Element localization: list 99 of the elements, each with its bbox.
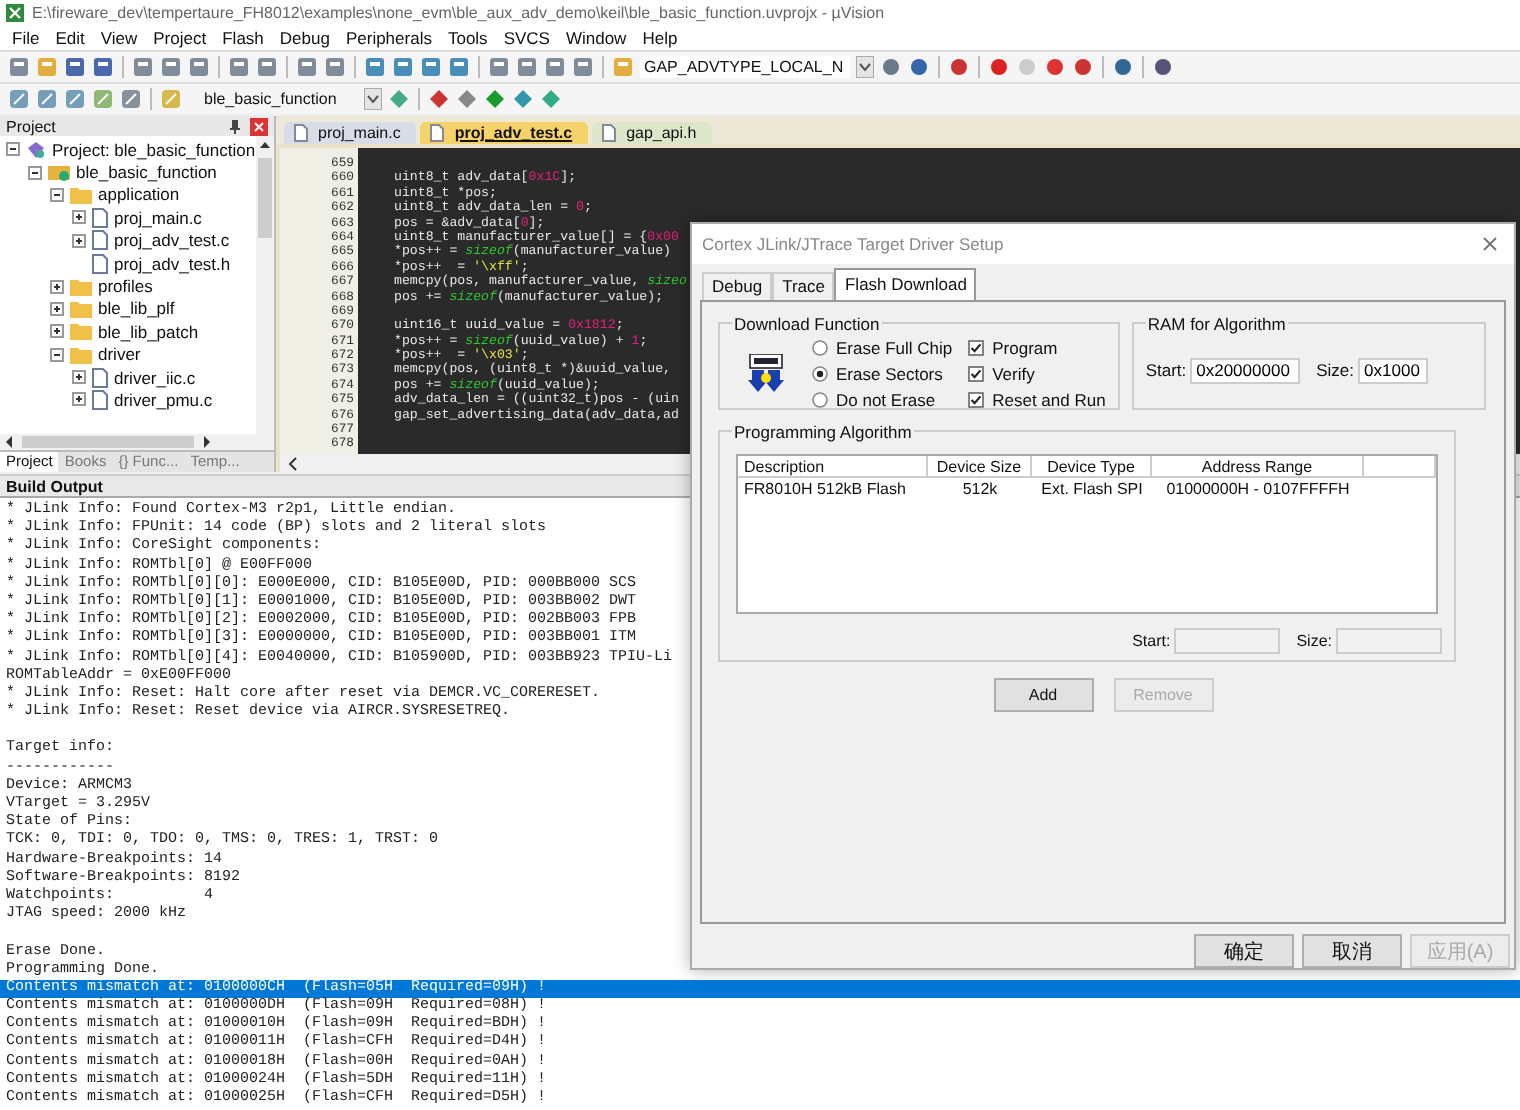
load-icon (748, 353, 784, 394)
folder-icon (70, 185, 92, 204)
file-icon (294, 124, 308, 142)
scrollbar-thumb[interactable] (258, 158, 272, 238)
menu-item[interactable]: Window (557, 27, 635, 47)
dropdown-arrow-icon[interactable] (855, 56, 874, 78)
menu-item[interactable]: File (4, 27, 48, 47)
menu-item[interactable]: SVCS (495, 27, 558, 47)
panel-title: Project (6, 117, 56, 135)
file-icon (430, 124, 445, 142)
tree-item[interactable]: application (98, 184, 180, 205)
expander-icon[interactable] (72, 233, 86, 248)
option-label[interactable]: Program (992, 337, 1058, 358)
tree-item[interactable]: proj_adv_test.c (114, 230, 230, 251)
expander-icon[interactable] (6, 142, 20, 157)
expander-icon[interactable] (72, 392, 86, 407)
dropdown-arrow-icon[interactable] (364, 88, 382, 110)
tree-item[interactable]: proj_adv_test.h (114, 253, 231, 274)
table-cell-text: 512k (960, 480, 1000, 499)
option-label[interactable]: Erase Sectors (836, 363, 943, 384)
menu-item[interactable]: Peripherals (337, 27, 440, 47)
size-field[interactable]: 0x1000 (1358, 357, 1429, 384)
menu-item[interactable]: Debug (271, 27, 338, 47)
tree-item[interactable]: driver (98, 344, 141, 365)
menu-item[interactable]: View (92, 27, 146, 47)
column-header[interactable]: Device Type (1032, 455, 1152, 478)
tree-item[interactable]: profiles (98, 276, 153, 297)
editor-tab[interactable]: proj_adv_test.c (420, 122, 589, 144)
panel-title: Build Output (6, 478, 103, 496)
field-label: Size: (1296, 631, 1332, 650)
tree-item[interactable]: ble_lib_plf (98, 298, 175, 319)
window-title: E:\fireware_dev\tempertaure_FH8012\examples\none_evm\ble_aux_adv_demo\keil\ble_basic_function.uvprojx - µVision (32, 3, 885, 21)
option-label[interactable]: Reset and Run (992, 389, 1106, 410)
menu-item[interactable]: Help (634, 27, 686, 47)
column-header[interactable]: Address Range (1152, 455, 1364, 478)
tree-item[interactable]: driver_iic.c (114, 367, 196, 388)
folder-icon (70, 277, 92, 296)
target-combo[interactable]: ble_basic_function (200, 88, 358, 110)
field-label: Start: (1145, 360, 1187, 381)
group-title: Download Function (732, 313, 882, 334)
size-field[interactable] (1336, 627, 1442, 654)
close-icon[interactable] (250, 117, 268, 135)
menu-item[interactable]: Tools (439, 27, 496, 47)
group-title: Programming Algorithm (732, 421, 914, 442)
dialog-tab[interactable]: Flash Download (834, 267, 977, 300)
table-cell-text: 01000000H - 0107FFFFH (1164, 480, 1352, 499)
radio-button[interactable] (812, 339, 828, 356)
checkbox[interactable] (968, 391, 985, 408)
folder-icon (48, 162, 70, 183)
tree-item[interactable]: driver_pmu.c (114, 389, 213, 410)
tree-item[interactable]: ble_basic_function (76, 162, 217, 183)
column-header[interactable]: Device Size (928, 455, 1032, 478)
expander-icon[interactable] (50, 279, 64, 294)
expander-icon[interactable] (50, 347, 64, 362)
tree-item[interactable]: proj_main.c (114, 207, 202, 228)
group-title: RAM for Algorithm (1145, 313, 1288, 334)
project-icon (26, 139, 46, 160)
dialog-title: Cortex JLink/JTrace Target Driver Setup (702, 233, 1004, 254)
checkbox[interactable] (968, 339, 985, 356)
expander-icon[interactable] (28, 165, 42, 180)
dialog-tab[interactable]: Debug (702, 271, 773, 300)
scroll-left-icon[interactable] (286, 455, 298, 471)
pin-icon[interactable] (228, 118, 242, 134)
table-cell-text: FR8010H 512kB Flash (742, 480, 908, 499)
expander-icon[interactable] (50, 301, 64, 316)
option-label[interactable]: Verify (992, 363, 1035, 384)
file-icon (602, 124, 617, 142)
field-label: Size: (1316, 360, 1355, 381)
option-label[interactable]: Do not Erase (836, 389, 936, 410)
scrollbar-thumb[interactable] (22, 436, 194, 448)
tree-item[interactable]: Project: ble_basic_function (52, 139, 256, 160)
dialog-tab[interactable]: Trace (772, 271, 835, 300)
radio-button[interactable] (812, 391, 828, 408)
folder-icon (70, 322, 92, 341)
editor-tab[interactable]: gap_api.h (592, 122, 713, 144)
start-field[interactable] (1174, 627, 1281, 654)
menu-item[interactable]: Edit (47, 27, 93, 47)
start-address-field[interactable]: 0x20000000 (1190, 357, 1301, 384)
dialog-button[interactable]: 确定 (1194, 934, 1294, 968)
expander-icon[interactable] (50, 187, 64, 202)
checkbox[interactable] (968, 365, 985, 382)
folder-icon (70, 345, 92, 364)
field-label: Start: (1132, 631, 1171, 650)
expander-icon[interactable] (72, 370, 86, 385)
radio-button[interactable] (812, 365, 828, 382)
folder-icon (70, 299, 92, 318)
expander-icon[interactable] (50, 324, 64, 339)
close-icon[interactable] (1482, 235, 1498, 252)
find-combo[interactable]: GAP_ADVTYPE_LOCAL_N (640, 56, 850, 78)
menu-item[interactable]: Project (145, 27, 215, 47)
menu-item[interactable]: Flash (214, 27, 272, 47)
expander-icon[interactable] (72, 210, 86, 225)
option-label[interactable]: Erase Full Chip (836, 337, 953, 358)
table-cell-text: Ext. Flash SPI (1039, 480, 1145, 499)
tree-item[interactable]: ble_lib_patch (98, 321, 199, 342)
column-header[interactable]: Description (738, 455, 928, 478)
dialog-button[interactable]: 取消 (1302, 934, 1402, 968)
add-button[interactable]: Add (993, 677, 1093, 712)
editor-tab[interactable]: proj_main.c (284, 122, 417, 144)
